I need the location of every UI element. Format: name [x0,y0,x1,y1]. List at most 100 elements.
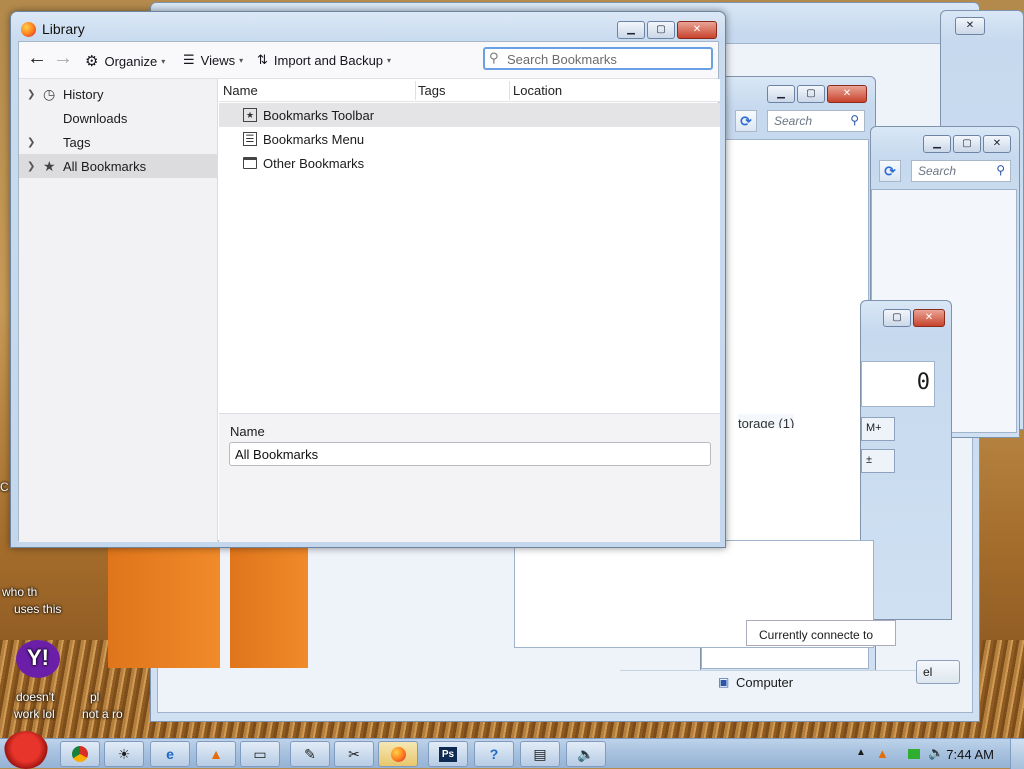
help-icon[interactable]: ? [474,741,514,767]
yahoo-icon[interactable]: Y! [16,640,60,678]
taskbar: ☀ e ▲ ▭ ✎ ✂ Ps ? ▤ 🔈 ▲ ▲ 🔈 7:44 AM [0,731,1024,769]
file-icon[interactable]: ▭ [240,741,280,767]
close-icon[interactable]: ✕ [955,17,985,35]
sidebar-item-history[interactable]: ❯ ◷ History [19,82,218,106]
library-window[interactable]: Library ▁ ▢ ✕ ← → ⚙ Organize ▾ ☰ Views ▾… [10,11,726,548]
firefox-icon[interactable] [378,741,418,767]
memory-plus-button[interactable]: M+ [861,417,895,441]
column-header: Name Tags Location [219,79,720,102]
list-item[interactable]: ★ Bookmarks Toolbar [219,103,720,127]
weather-icon[interactable]: ☀ [104,741,144,767]
chevron-down-icon: ▾ [161,56,166,66]
column-name[interactable]: Name [223,83,258,98]
organize-menu[interactable]: ⚙ Organize ▾ [85,52,165,70]
desktop-icon-label[interactable]: work lol [14,707,55,721]
minimize-icon[interactable]: ▁ [923,135,951,153]
maximize-icon[interactable]: ▢ [883,309,911,327]
chrome-icon[interactable] [60,741,100,767]
battery-icon[interactable] [908,749,920,759]
refresh-icon[interactable]: ⟳ [735,110,757,132]
photoshop-icon[interactable]: Ps [428,741,468,767]
window-title: Library [21,21,85,37]
speaker-icon[interactable]: 🔈 [566,741,606,767]
desktop-icon-label[interactable]: who th [2,585,42,599]
sidebar-item-downloads[interactable]: Downloads [19,106,218,130]
search-input[interactable] [505,51,705,68]
chevron-right-icon[interactable]: ❯ [27,89,35,100]
library-client: ← → ⚙ Organize ▾ ☰ Views ▾ ⇅ Import and … [18,41,720,542]
column-divider[interactable] [415,81,416,100]
connection-status: Currently connecte to [746,620,896,646]
sort-arrows-icon: ⇅ [257,52,268,67]
list-item[interactable]: ☰ Bookmarks Menu [219,127,720,151]
bookmarks-toolbar-icon: ★ [243,108,257,122]
system-tray: ▲ ▲ 🔈 7:44 AM [824,739,1024,769]
sidebar-item-tags[interactable]: ❯ Tags [19,130,218,154]
refresh-icon[interactable]: ⟳ [879,160,901,182]
chevron-right-icon[interactable]: ❯ [27,137,35,148]
minimize-icon[interactable]: ▁ [617,21,645,39]
storage-label: torage (1) [738,414,795,428]
notepad-icon[interactable]: ✎ [290,741,330,767]
network-icon[interactable]: ▤ [520,741,560,767]
close-icon[interactable]: ✕ [913,309,945,327]
chevron-down-icon: ▾ [387,55,392,65]
gear-icon: ⚙ [85,53,99,70]
cancel-button[interactable]: el [916,660,960,684]
name-label: Name [230,424,265,439]
desktop-icon-label[interactable]: not a ro [82,707,123,721]
library-sidebar: ❯ ◷ History Downloads ❯ Tags ❯ ★ All Boo… [19,79,218,542]
calculator-display: 0 [916,370,930,395]
maximize-icon[interactable]: ▢ [797,85,825,103]
maximize-icon[interactable]: ▢ [953,135,981,153]
tool-icon[interactable]: ✂ [334,741,374,767]
search-icon: ⚲ [996,163,1005,177]
search-icon: ⚲ [850,113,859,127]
bookmarks-list: ★ Bookmarks Toolbar ☰ Bookmarks Menu Oth… [219,103,720,413]
desktop-icon-label[interactable]: doesn't [16,690,54,704]
chevron-down-icon: ▾ [239,55,244,65]
orange-panel [108,548,220,668]
show-desktop-button[interactable] [1010,739,1024,769]
star-icon: ★ [43,157,56,174]
volume-icon[interactable]: 🔈 [928,745,944,761]
column-tags[interactable]: Tags [418,83,445,98]
list-item[interactable]: Other Bookmarks [219,151,720,175]
vlc-icon[interactable]: ▲ [196,741,236,767]
computer-icon: ▣ [718,675,730,689]
clock[interactable]: 7:44 AM [946,747,994,762]
import-backup-menu[interactable]: ⇅ Import and Backup ▾ [257,52,391,68]
bookmarks-menu-icon: ☰ [243,132,257,146]
show-hidden-icons[interactable]: ▲ [856,747,866,758]
library-toolbar: ← → ⚙ Organize ▾ ☰ Views ▾ ⇅ Import and … [19,42,718,79]
search-input[interactable]: Search ⚲ [911,160,1011,182]
minimize-icon[interactable]: ▁ [767,85,795,103]
close-icon[interactable]: ✕ [677,21,717,39]
close-icon[interactable]: ✕ [983,135,1011,153]
search-icon: ⚲ [489,50,499,65]
firefox-icon [21,21,36,37]
plus-minus-button[interactable]: ± [861,449,895,473]
orange-panel [230,548,308,668]
maximize-icon[interactable]: ▢ [647,21,675,39]
desktop-text: C [0,480,9,494]
sidebar-item-all-bookmarks[interactable]: ❯ ★ All Bookmarks [19,154,218,178]
chevron-right-icon[interactable]: ❯ [27,161,35,172]
back-arrow-icon[interactable]: ← [27,48,47,68]
search-bookmarks[interactable]: ⚲ [483,47,713,70]
column-divider[interactable] [509,81,510,100]
name-field[interactable] [229,442,711,466]
close-icon[interactable]: ✕ [827,85,867,103]
ie-icon[interactable]: e [150,741,190,767]
desktop-icon-label[interactable]: uses this [14,602,61,616]
forward-arrow-icon: → [53,47,73,69]
list-icon: ☰ [183,52,195,67]
column-location[interactable]: Location [513,83,562,98]
views-menu[interactable]: ☰ Views ▾ [183,52,243,68]
vlc-tray-icon[interactable]: ▲ [876,746,889,761]
desktop-icon-label[interactable]: pl [90,690,99,704]
search-input[interactable]: Search ⚲ [767,110,865,132]
computer-label: Computer [736,675,794,690]
details-pane: Name [219,413,720,542]
start-button[interactable] [4,731,48,769]
